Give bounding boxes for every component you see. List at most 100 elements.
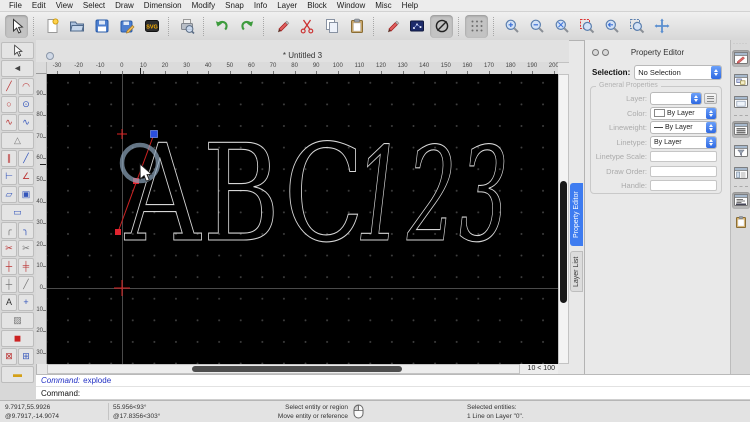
menu-dimension[interactable]: Dimension (139, 1, 187, 10)
document-titlebar[interactable]: * Untitled 3 (36, 40, 569, 63)
scale-tool-button[interactable]: ▱ (1, 186, 17, 203)
vertical-scrollbar-thumb[interactable] (560, 181, 567, 303)
view-list-toggle-button[interactable] (732, 94, 750, 111)
panel-float-button[interactable] (602, 49, 609, 56)
auto-zoom-button[interactable] (550, 15, 573, 38)
bevel-tool-button[interactable]: ∠ (18, 168, 34, 185)
property-editor-toggle-button[interactable] (731, 49, 750, 67)
polyline-tools-button[interactable]: ∿ (1, 114, 17, 131)
palette-selection-pointer-button[interactable] (1, 42, 34, 59)
zoom-out-button[interactable] (525, 15, 548, 38)
selection-combo[interactable]: No Selection (634, 65, 722, 80)
lengthen-tool-button[interactable]: ⊢ (1, 168, 17, 185)
previous-view-button[interactable] (600, 15, 623, 38)
line-tools-button[interactable]: ╱ (1, 78, 17, 95)
paste-button[interactable] (345, 15, 368, 38)
cut-button[interactable] (295, 15, 318, 38)
tab-layer-list[interactable]: Layer List (570, 251, 583, 292)
offset-tool-button[interactable]: ∥ (1, 150, 17, 167)
edit-pen-button[interactable] (270, 15, 293, 38)
drawing-preferences-button[interactable] (380, 15, 403, 38)
menu-layer[interactable]: Layer (272, 1, 302, 10)
grid-toggle-button[interactable] (465, 14, 488, 38)
color-stepper[interactable] (706, 107, 716, 119)
explode-tool-button[interactable]: ⊠ (1, 348, 17, 365)
menu-help[interactable]: Help (397, 1, 423, 10)
zoom-to-selection-button[interactable] (575, 15, 598, 38)
block-ref-tool-button[interactable]: ▣ (18, 186, 34, 203)
menu-select[interactable]: Select (78, 1, 110, 10)
zoom-in-button[interactable] (500, 15, 523, 38)
block-list-toggle-button[interactable] (732, 72, 750, 89)
redo-button[interactable] (235, 15, 258, 38)
library-browser-toggle-button[interactable] (731, 191, 750, 209)
menu-window[interactable]: Window (332, 1, 370, 10)
layer-list-toggle-button[interactable] (731, 120, 750, 138)
selection-filter-toggle-button[interactable] (732, 143, 750, 160)
hatch-tool-button[interactable]: ▨ (1, 312, 34, 329)
rectangle-tool-button[interactable]: ▭ (1, 204, 34, 221)
horizontal-scrollbar[interactable] (47, 364, 520, 374)
move-reference-tool-button[interactable]: + (18, 294, 34, 311)
stretch-tool-button[interactable]: ╱ (18, 276, 34, 293)
drawing-canvas[interactable]: ABC 123 (47, 74, 558, 364)
linetype-combo[interactable]: By Layer (650, 135, 717, 149)
save-button[interactable] (90, 15, 113, 38)
menu-snap[interactable]: Snap (220, 1, 249, 10)
handle-field[interactable] (650, 180, 717, 191)
break-tool-button[interactable]: ┼ (1, 276, 17, 293)
command-input[interactable] (80, 387, 750, 399)
parallel-tool-button[interactable]: ╱ (18, 150, 34, 167)
selection-pointer-button[interactable] (5, 14, 28, 38)
application-preferences-button[interactable] (405, 15, 428, 38)
ellipse-tools-button[interactable]: ⊙ (18, 96, 34, 113)
vertical-scrollbar[interactable] (558, 74, 569, 364)
menu-block[interactable]: Block (302, 1, 332, 10)
palette-back-button[interactable]: ◄ (1, 60, 34, 77)
menu-misc[interactable]: Misc (370, 1, 396, 10)
lineweight-stepper[interactable] (706, 122, 716, 133)
copy-button[interactable] (320, 15, 343, 38)
save-as-button[interactable] (115, 15, 138, 38)
divide-tool-button[interactable]: ✂ (1, 240, 17, 257)
paint-brush-tool-button[interactable]: ▬ (1, 366, 34, 383)
horizontal-scrollbar-thumb[interactable] (192, 366, 402, 372)
text-edit-tool-button[interactable]: A (1, 294, 17, 311)
spline-tools-button[interactable]: ∿ (18, 114, 34, 131)
linetype-stepper[interactable] (706, 136, 716, 148)
linetype-scale-field[interactable] (650, 151, 717, 162)
layer-combo[interactable] (650, 92, 702, 105)
svg-export-button[interactable]: SVG (140, 15, 163, 38)
clipboard-toggle-button[interactable] (732, 214, 750, 231)
arc-tools-button[interactable]: ◠ (18, 78, 34, 95)
trim-both-tool-button[interactable]: ╪ (18, 258, 34, 275)
new-file-button[interactable] (40, 15, 63, 38)
lineweight-combo[interactable]: By Layer (650, 121, 717, 134)
circle-tools-button[interactable]: ○ (1, 96, 17, 113)
zoom-window-button[interactable] (625, 15, 648, 38)
tab-property-editor[interactable]: Property Editor (570, 183, 583, 246)
menu-view[interactable]: View (51, 1, 78, 10)
undo-button[interactable] (210, 15, 233, 38)
print-preview-button[interactable] (175, 15, 198, 38)
layer-stepper[interactable] (691, 93, 701, 104)
restrict-off-button[interactable] (430, 14, 453, 38)
trim-tool-button[interactable]: ┼ (1, 258, 17, 275)
layer-menu-button[interactable] (704, 93, 717, 104)
explode-blocks-tool-button[interactable]: ⊞ (18, 348, 34, 365)
pan-button[interactable] (650, 15, 673, 38)
color-combo[interactable]: By Layer (650, 106, 717, 120)
menu-info[interactable]: Info (249, 1, 272, 10)
fillet-tool-button[interactable]: ╭ (1, 222, 17, 239)
delete-tool-button[interactable]: ◼ (1, 330, 34, 347)
cut-tool-button[interactable]: ✂ (18, 240, 34, 257)
plane-tool-button[interactable]: △ (1, 132, 34, 149)
menu-draw[interactable]: Draw (110, 1, 139, 10)
menu-modify[interactable]: Modify (187, 1, 221, 10)
panel-close-button[interactable] (592, 49, 599, 56)
selection-combo-stepper[interactable] (711, 66, 721, 79)
open-file-button[interactable] (65, 15, 88, 38)
menu-file[interactable]: File (4, 1, 27, 10)
menu-edit[interactable]: Edit (27, 1, 51, 10)
command-options-toggle-button[interactable] (732, 165, 750, 182)
